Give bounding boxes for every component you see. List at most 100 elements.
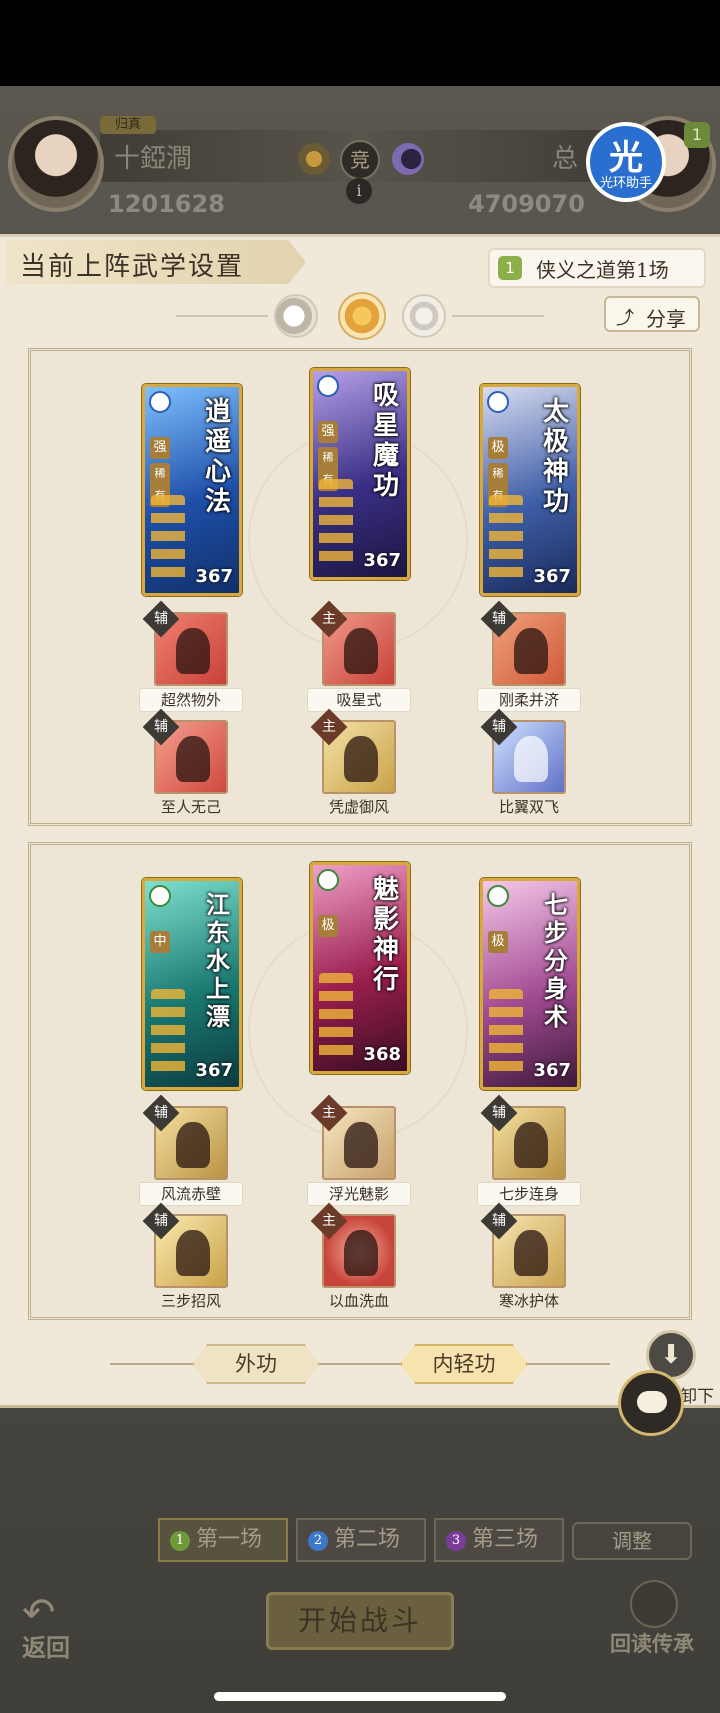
moon-icon	[392, 143, 424, 175]
sub-skill-icon[interactable]: 辅	[480, 1202, 566, 1288]
skill-figure	[344, 736, 378, 782]
ring-mode-icon[interactable]	[402, 294, 446, 338]
sub-skill-icon[interactable]: 辅	[480, 1094, 566, 1180]
recall-inheritance-button[interactable]: 回读传承	[610, 1580, 718, 1660]
left-player-tag: 归真	[100, 116, 156, 134]
skill-card[interactable]: 极 七步分身术 367	[480, 878, 580, 1090]
sub-skill-icon[interactable]: 辅	[142, 1094, 228, 1180]
internal-type-icon	[487, 391, 509, 413]
sub-skill-icon[interactable]: 辅	[142, 708, 228, 794]
card-name: 逍遥心法	[204, 397, 231, 517]
sub-skill-label: 风流赤壁	[139, 1182, 243, 1206]
skill-figure	[344, 628, 378, 674]
skill-card[interactable]: 强 稀有 逍遥心法 367	[142, 384, 242, 596]
share-label: 分享	[646, 307, 686, 331]
card-rank: 极	[318, 915, 338, 937]
tab-rail	[110, 1363, 610, 1365]
adjust-button[interactable]: 调整	[572, 1522, 692, 1560]
element-dots	[489, 989, 523, 1079]
skill-figure	[344, 1122, 378, 1168]
home-indicator	[214, 1692, 506, 1701]
movement-type-icon	[149, 885, 171, 907]
card-rank: 强	[150, 437, 170, 459]
skill-card[interactable]: 中 江东水上漂 367	[142, 878, 242, 1090]
left-player-avatar[interactable]	[8, 116, 104, 212]
sub-skill-icon[interactable]: 辅	[142, 600, 228, 686]
helper-button[interactable]: 光 光环助手	[586, 122, 666, 202]
card-rank: 强	[318, 421, 338, 443]
sun-mode-icon[interactable]	[338, 292, 386, 340]
chat-icon	[637, 1391, 667, 1413]
stage-label: 侠义之道第1场	[536, 258, 669, 282]
sub-skill-icon[interactable]: 辅	[480, 708, 566, 794]
sub-skill-label: 浮光魅影	[307, 1182, 411, 1206]
back-button[interactable]: ↶ 返回	[16, 1590, 96, 1662]
sub-skill-icon[interactable]: 辅	[142, 1202, 228, 1288]
battle-1-button[interactable]: 1 第一场	[158, 1518, 288, 1562]
sub-skill-label: 寒冰护体	[498, 1292, 559, 1310]
skill-card[interactable]: 极 稀有 太极神功 367	[480, 384, 580, 596]
battle-number-badge: 3	[446, 1531, 466, 1551]
panel-title: 当前上阵武学设置	[20, 252, 245, 282]
skill-figure	[176, 736, 210, 782]
card-rank: 极	[488, 437, 508, 459]
sub-skill-label: 超然物外	[139, 688, 243, 712]
divider	[452, 315, 544, 317]
inheritance-icon	[630, 1580, 678, 1628]
battle-number-badge: 1	[170, 1531, 190, 1551]
movement-type-icon	[317, 869, 339, 891]
card-name: 魅影神行	[372, 875, 399, 995]
moon-mode-icon[interactable]	[274, 294, 318, 338]
card-rank: 中	[150, 931, 170, 953]
recall-inheritance-label: 回读传承	[610, 1631, 694, 1656]
sub-skill-label: 凭虚御风	[328, 798, 389, 816]
sub-skill-icon[interactable]: 主	[310, 1202, 396, 1288]
element-dots	[151, 495, 185, 585]
tab-inner-skill[interactable]: 内轻功	[400, 1344, 528, 1384]
back-label: 返回	[22, 1633, 70, 1662]
card-name: 江东水上漂	[206, 890, 230, 1031]
card-level: 367	[195, 566, 233, 587]
card-level: 367	[363, 550, 401, 571]
battle-number-badge: 2	[308, 1531, 328, 1551]
sub-skill-icon[interactable]: 主	[310, 708, 396, 794]
sub-skill-icon[interactable]: 主	[310, 600, 396, 686]
left-player-power: 1201628	[108, 190, 225, 218]
stage-number-badge: 1	[498, 256, 522, 280]
skill-figure	[514, 736, 548, 782]
battle-2-button[interactable]: 2 第二场	[296, 1518, 426, 1562]
sub-skill-icon[interactable]: 主	[310, 1094, 396, 1180]
share-button[interactable]: ⤴ 分享	[604, 296, 700, 332]
battle-label: 第三场	[472, 1527, 539, 1552]
sub-skill-label: 以血洗血	[328, 1292, 389, 1310]
start-battle-button[interactable]: 开始战斗	[266, 1592, 454, 1650]
skill-figure	[176, 628, 210, 674]
back-arrow-icon: ↶	[22, 1590, 56, 1636]
share-icon: ⤴	[616, 308, 634, 329]
sub-skill-label: 比翼双飞	[498, 798, 559, 816]
card-name: 太极神功	[542, 397, 569, 517]
right-player-name: 总	[552, 144, 579, 174]
internal-type-icon	[149, 391, 171, 413]
sub-skill-label: 至人无己	[160, 798, 221, 816]
versus-badge: 竞	[340, 140, 380, 180]
skill-figure	[514, 1122, 548, 1168]
card-name: 吸星魔功	[372, 381, 399, 501]
skill-card[interactable]: 强 稀有 吸星魔功 367	[310, 368, 410, 580]
card-name: 七步分身术	[544, 890, 568, 1031]
tab-outer-skill[interactable]: 外功	[192, 1344, 320, 1384]
skill-card[interactable]: 极 魅影神行 368	[310, 862, 410, 1074]
sub-skill-label: 三步招风	[160, 1292, 221, 1310]
battle-label: 第一场	[196, 1527, 263, 1552]
chat-button[interactable]	[618, 1370, 684, 1436]
card-level: 368	[363, 1044, 401, 1065]
sub-skill-icon[interactable]: 辅	[480, 600, 566, 686]
card-level: 367	[195, 1060, 233, 1081]
divider	[176, 315, 268, 317]
unequip-label: 卸下	[680, 1387, 714, 1407]
battle-3-button[interactable]: 3 第三场	[434, 1518, 564, 1562]
skill-figure	[514, 1230, 548, 1276]
battle-label: 第二场	[334, 1527, 401, 1552]
skill-figure	[344, 1230, 378, 1276]
info-icon[interactable]: i	[346, 178, 372, 204]
